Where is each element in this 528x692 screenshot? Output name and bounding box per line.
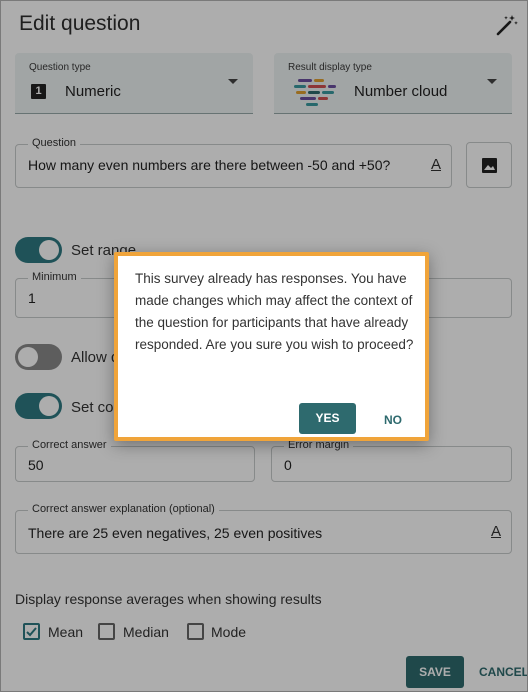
dialog-message: This survey already has responses. You h… — [135, 271, 414, 352]
edit-question-panel: Edit question Question type 1 Numeric Re… — [0, 0, 528, 692]
no-button[interactable]: NO — [384, 413, 402, 427]
yes-button[interactable]: YES — [299, 403, 356, 434]
confirm-dialog: This survey already has responses. You h… — [114, 252, 429, 441]
